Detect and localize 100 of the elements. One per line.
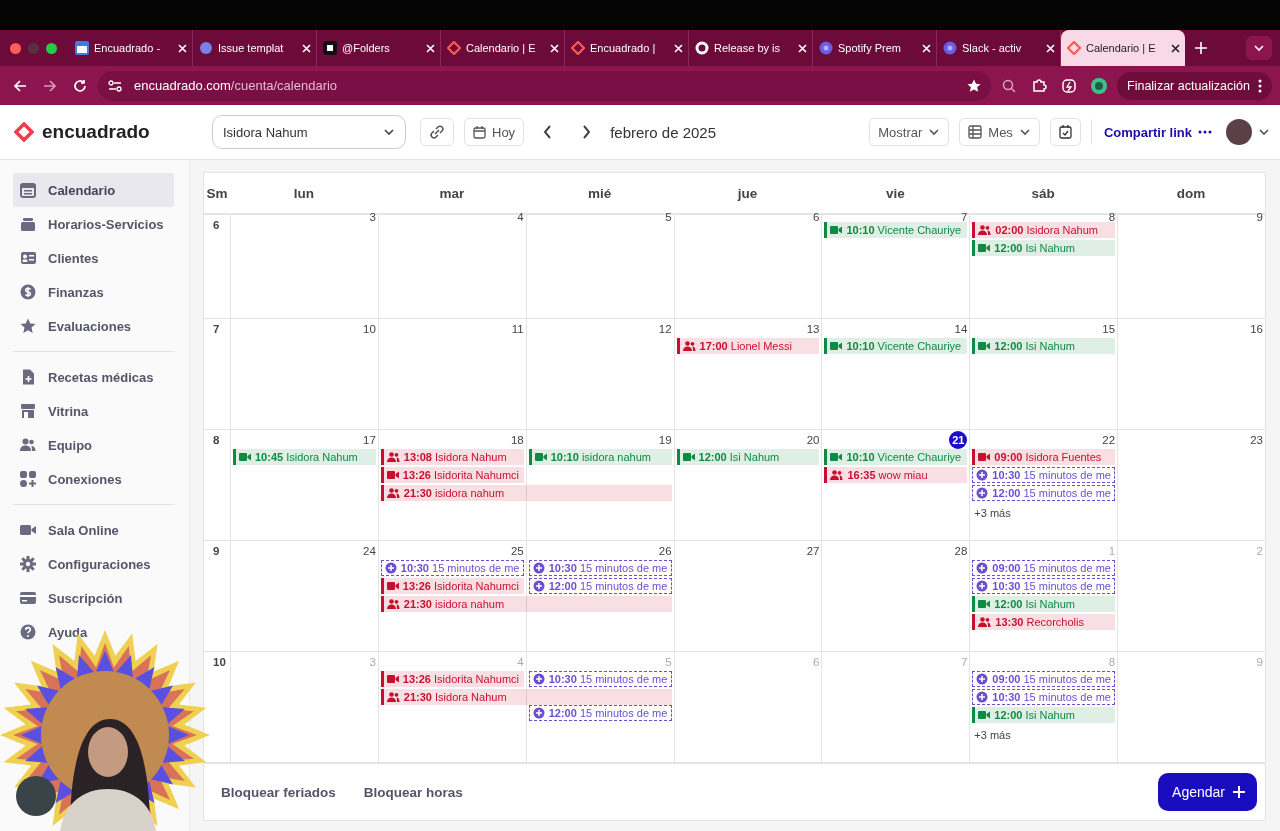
calendar-event[interactable]: 12:00 15 minutos de me <box>528 705 672 721</box>
calendar-event[interactable]: 10:30 15 minutos de me <box>972 578 1116 594</box>
address-bar[interactable]: encuadrado.com/cuenta/calendario <box>98 70 991 101</box>
sidebar-item[interactable]: Vitrina <box>13 394 174 428</box>
calendar-event[interactable]: 10:10 Vicente Chauriye <box>824 222 968 238</box>
copy-link-button[interactable] <box>420 118 454 146</box>
people-icon <box>20 437 36 453</box>
puzzle-icon <box>1031 78 1047 93</box>
calendar-event[interactable]: 02:00 Isidora Nahum <box>972 222 1116 238</box>
more-events-link[interactable]: +3 más <box>974 507 1011 519</box>
column-header: dom <box>1176 185 1206 201</box>
calendar-event[interactable]: 10:30 15 minutos de me <box>972 467 1116 483</box>
day-number: 4 <box>517 211 524 223</box>
calendar-event[interactable]: 12:00 15 minutos de me <box>528 578 672 594</box>
square-favicon-icon <box>323 41 337 55</box>
sidebar-item[interactable]: Horarios-Servicios <box>13 207 174 241</box>
calendar-event[interactable]: 13:08 Isidora Nahum <box>380 449 524 465</box>
user-avatar[interactable] <box>1226 119 1252 145</box>
sidebar-item[interactable]: Recetas médicas <box>13 360 174 394</box>
calendar-event[interactable]: 10:10 Vicente Chauriye <box>824 338 968 354</box>
calendar-event[interactable]: 21:30 isidora nahum <box>380 596 672 612</box>
help-icon <box>20 624 36 640</box>
calendar-event[interactable]: 10:10 isidora nahum <box>528 449 672 465</box>
more-events-link[interactable]: +3 más <box>974 729 1011 741</box>
calendar-event[interactable]: 13:26 Isidorita Nahumci <box>380 671 524 687</box>
calendar-event[interactable]: 13:26 Isidorita Nahumci <box>380 578 524 594</box>
close-window-button[interactable] <box>10 42 21 54</box>
calendar-event[interactable]: 09:00 15 minutos de me <box>972 671 1116 687</box>
calendar-event[interactable]: 12:00 Isi Nahum <box>972 596 1116 612</box>
star-icon <box>967 78 981 93</box>
close-icon <box>1045 42 1056 54</box>
footer-action-button[interactable]: Bloquear feriados <box>221 784 336 800</box>
credit-card-icon <box>20 590 36 606</box>
day-number: 17 <box>363 433 376 446</box>
chevron-down-icon <box>928 126 941 138</box>
day-number: 2 <box>1256 544 1263 557</box>
calendar-event[interactable]: 09:00 15 minutos de me <box>972 560 1116 576</box>
back-arrow-icon <box>13 78 27 93</box>
calendar-event[interactable]: 12:00 Isi Nahum <box>972 707 1116 723</box>
calendar-event[interactable]: 10:30 15 minutos de me <box>528 560 672 576</box>
day-number: 21 <box>949 431 968 449</box>
column-header: mié <box>588 185 612 201</box>
week-number: 9 <box>213 545 220 557</box>
sidebar-item[interactable]: Conexiones <box>13 462 174 496</box>
calendar-event[interactable]: 10:30 15 minutos de me <box>528 671 672 687</box>
sidebar-item[interactable]: Calendario <box>13 173 174 207</box>
calendar-event[interactable]: 12:00 15 minutos de me <box>972 485 1116 501</box>
calendar-event[interactable]: 12:00 Isi Nahum <box>676 449 820 465</box>
calendar-event[interactable]: 12:00 Isi Nahum <box>972 240 1116 256</box>
day-number: 26 <box>658 544 672 557</box>
browser-tab[interactable]: Calendario | E <box>1061 30 1185 66</box>
calendar-check-icon <box>1058 125 1072 139</box>
professional-select[interactable]: Isidora Nahum <box>212 115 406 149</box>
update-button[interactable]: Finalizar actualización <box>1117 71 1272 100</box>
footer-action-button[interactable]: Bloquear horas <box>363 784 463 800</box>
show-dropdown[interactable]: Mostrar <box>869 118 950 146</box>
stack-icon <box>20 216 36 232</box>
today-button[interactable]: Hoy <box>464 118 525 146</box>
calendar-event[interactable]: 13:26 Isidorita Nahumci <box>380 467 524 483</box>
week-number: 7 <box>213 323 220 335</box>
calendar-event[interactable]: 10:30 15 minutos de me <box>972 689 1116 705</box>
day-number: 3 <box>369 655 376 668</box>
column-header: sáb <box>1031 185 1055 201</box>
column-header: Sm <box>206 185 228 201</box>
sidebar-item[interactable]: Ayuda <box>13 615 174 649</box>
calendar-event[interactable]: 21:30 isidora nahum <box>380 485 672 501</box>
chevron-down-icon <box>1018 126 1031 138</box>
day-number: 10 <box>363 322 376 335</box>
calendar-event[interactable]: 16:35 wow miau <box>824 467 968 483</box>
calendar-event[interactable]: 13:30 Recorcholis <box>972 614 1116 630</box>
storefront-icon <box>20 403 36 419</box>
sidebar-item[interactable]: Clientes <box>13 241 174 275</box>
day-number: 9 <box>1256 655 1263 668</box>
calendar-check-button[interactable] <box>1049 118 1081 146</box>
sidebar-item[interactable]: Suscripción <box>13 581 174 615</box>
sidebar-item[interactable]: Equipo <box>13 428 174 462</box>
view-dropdown[interactable]: Mes <box>959 118 1040 146</box>
calendar-event[interactable]: 10:45 Isidora Nahum <box>233 449 376 465</box>
magnifier-icon <box>1002 78 1016 93</box>
day-number: 13 <box>806 322 820 335</box>
day-number: 25 <box>510 544 524 557</box>
calendar-event[interactable]: 09:00 Isidora Fuentes <box>972 449 1116 465</box>
round-favicon-icon <box>695 41 709 55</box>
calendar-event[interactable]: 10:10 Vicente Chauriye <box>824 449 968 465</box>
share-link-button[interactable]: Compartir link <box>1103 124 1212 140</box>
day-number: 3 <box>369 211 376 223</box>
calendar-event[interactable]: 17:00 Lionel Messi <box>676 338 820 354</box>
app-logo: encuadrado <box>42 121 150 143</box>
schedule-button[interactable]: Agendar <box>1158 773 1257 811</box>
maximize-window-button[interactable] <box>46 42 57 54</box>
sidebar-item[interactable]: Finanzas <box>13 275 174 309</box>
column-header: vie <box>885 185 905 201</box>
tab-list-button[interactable] <box>1246 36 1272 60</box>
day-number: 8 <box>1108 211 1116 223</box>
sidebar-item[interactable]: Configuraciones <box>13 547 174 581</box>
calendar-event[interactable]: 10:30 15 minutos de me <box>380 560 524 576</box>
calendar-event[interactable]: 12:00 Isi Nahum <box>972 338 1116 354</box>
sidebar-item[interactable]: Evaluaciones <box>13 309 174 343</box>
sidebar-item[interactable]: Sala Online <box>13 513 174 547</box>
more-vertical-icon <box>1258 78 1262 93</box>
